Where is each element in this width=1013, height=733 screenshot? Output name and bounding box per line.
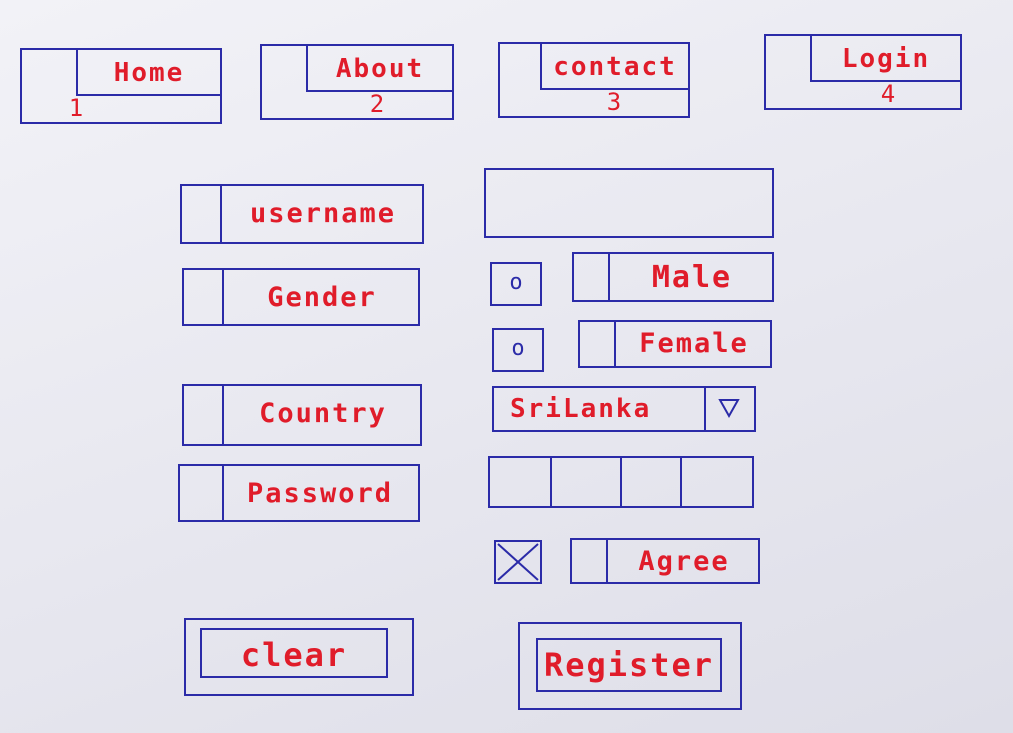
gender-option-female-label: Female bbox=[639, 328, 749, 359]
agree-label: Agree bbox=[638, 546, 730, 577]
clear-button-label: clear bbox=[240, 636, 348, 674]
gender-radio-female[interactable]: o bbox=[492, 328, 544, 372]
nav-tab-contact-label: contact bbox=[553, 52, 677, 82]
password-segment-divider bbox=[680, 458, 682, 506]
clear-button-inner: clear bbox=[200, 628, 388, 678]
nav-tab-home-number: 1 bbox=[68, 94, 84, 122]
password-label: Password bbox=[246, 478, 394, 509]
username-input[interactable] bbox=[484, 168, 774, 238]
nav-tab-home-label: Home bbox=[113, 58, 185, 88]
country-label-notch bbox=[222, 386, 224, 444]
agree-label-box[interactable]: Agree bbox=[570, 538, 760, 584]
username-label: username bbox=[249, 198, 397, 229]
nav-tab-login-label-box: Login bbox=[810, 36, 960, 82]
checkbox-cross-icon bbox=[497, 543, 539, 581]
password-segment-divider bbox=[620, 458, 622, 506]
clear-button[interactable]: clear bbox=[184, 618, 414, 696]
gender-radio-male[interactable]: o bbox=[490, 262, 542, 306]
password-segment-divider bbox=[550, 458, 552, 506]
nav-tab-about-number: 2 bbox=[369, 90, 385, 118]
country-label: Country bbox=[259, 398, 387, 429]
country-label-box: Country bbox=[182, 384, 422, 446]
username-label-box: username bbox=[180, 184, 424, 244]
nav-tab-home-label-box: Home bbox=[76, 50, 220, 96]
nav-tab-contact[interactable]: contact 3 bbox=[498, 42, 690, 118]
gender-option-male[interactable]: Male bbox=[572, 252, 774, 302]
country-selected-value: SriLanka bbox=[510, 394, 652, 424]
nav-tab-about-label-box: About bbox=[306, 46, 452, 92]
radio-mark: o bbox=[511, 336, 525, 361]
triangle-down-icon bbox=[718, 399, 740, 419]
nav-tab-contact-label-box: contact bbox=[540, 44, 688, 90]
gender-label-box: Gender bbox=[182, 268, 420, 326]
password-input[interactable] bbox=[488, 456, 754, 508]
gender-option-female[interactable]: Female bbox=[578, 320, 772, 368]
agree-label-notch bbox=[606, 540, 608, 582]
nav-tab-login[interactable]: Login 4 bbox=[764, 34, 962, 110]
password-label-box: Password bbox=[178, 464, 420, 522]
country-select[interactable]: SriLanka bbox=[492, 386, 756, 432]
nav-tab-about-label: About bbox=[335, 54, 425, 84]
nav-tab-login-number: 4 bbox=[880, 80, 896, 108]
gender-option-female-notch bbox=[614, 322, 616, 366]
dropdown-arrow-icon[interactable] bbox=[704, 388, 754, 430]
gender-option-male-label: Male bbox=[651, 260, 733, 295]
register-button-inner: Register bbox=[536, 638, 722, 692]
nav-tab-about[interactable]: About 2 bbox=[260, 44, 454, 120]
register-button[interactable]: Register bbox=[518, 622, 742, 710]
gender-label: Gender bbox=[267, 282, 377, 313]
gender-label-notch bbox=[222, 270, 224, 324]
nav-tab-login-label: Login bbox=[841, 44, 931, 74]
register-button-label: Register bbox=[543, 646, 715, 684]
radio-mark: o bbox=[509, 270, 523, 295]
nav-tab-home[interactable]: Home 1 bbox=[20, 48, 222, 124]
username-label-notch bbox=[220, 186, 222, 242]
nav-tab-contact-number: 3 bbox=[606, 88, 622, 116]
agree-checkbox[interactable] bbox=[494, 540, 542, 584]
gender-option-male-notch bbox=[608, 254, 610, 300]
